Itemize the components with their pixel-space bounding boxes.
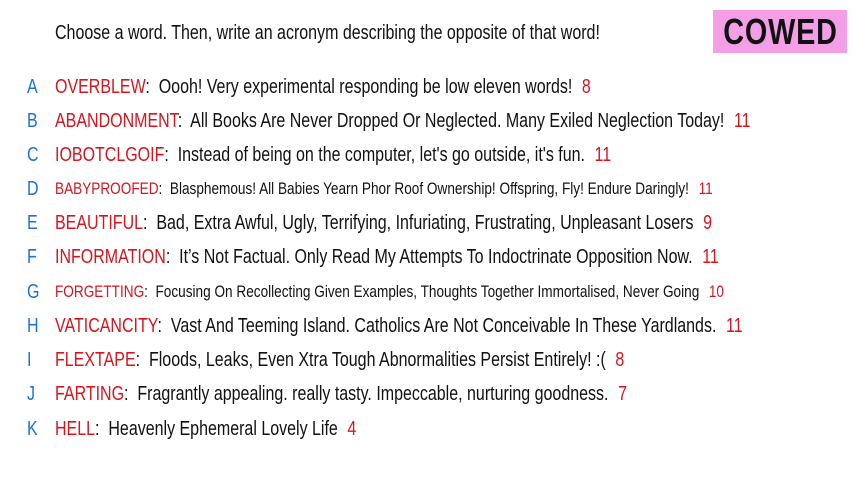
answer-row-e[interactable]: E BEAUTIFUL: Bad, Extra Awful, Ugly, Terr… [0, 206, 853, 240]
answer-row-b[interactable]: B ABANDONMENT: All Books Are Never Droppe… [0, 104, 853, 138]
answer-line: INFORMATION: It’s Not Factual. Only Read… [55, 240, 719, 274]
answer-line: FORGETTING: Focusing On Recollecting Giv… [55, 275, 724, 309]
answer-letter: B [27, 110, 38, 132]
answer-word: HELL [55, 418, 96, 440]
word-count: 11 [698, 179, 713, 198]
word-count: 11 [702, 246, 719, 268]
answer-letter: H [27, 315, 39, 337]
answer-line: BABYPROOFED: Blasphemous! All Babies Yea… [55, 172, 713, 206]
answer-acronym: Fragrantly appealing. really tasty. Impe… [137, 383, 609, 405]
answer-word: OVERBLEW [55, 76, 146, 98]
answer-word: FARTING [55, 383, 125, 405]
colon: : [143, 212, 157, 234]
answer-acronym: Vast And Teeming Island. Catholics Are N… [170, 315, 717, 337]
answer-word: INFORMATION [55, 246, 166, 268]
answer-line: IOBOTCLGOIF: Instead of being on the com… [55, 138, 611, 172]
word-count: 10 [708, 282, 724, 301]
answer-letter: G [27, 281, 40, 303]
answer-acronym: Floods, Leaks, Even Xtra Tough Abnormali… [148, 349, 606, 371]
answer-word: IOBOTCLGOIF [55, 144, 165, 166]
word-count: 11 [733, 110, 751, 132]
answer-row-i[interactable]: I FLEXTAPE: Floods, Leaks, Even Xtra Toug… [0, 343, 853, 377]
answer-acronym: Bad, Extra Awful, Ugly, Terrifying, Infu… [156, 212, 694, 234]
prompt-word-badge: COWED [713, 10, 847, 53]
colon: : [124, 383, 138, 405]
answer-row-g[interactable]: G FORGETTING: Focusing On Recollecting Gi… [0, 275, 853, 309]
answer-row-h[interactable]: H VATICANCITY: Vast And Teeming Island. C… [0, 309, 853, 343]
badge-label: COWED [722, 10, 838, 52]
colon: : [177, 110, 191, 132]
answer-acronym: Heavenly Ephemeral Lovely Life [108, 418, 338, 440]
answer-word: VATICANCITY [55, 315, 158, 337]
answer-row-f[interactable]: F INFORMATION: It’s Not Factual. Only Rea… [0, 240, 853, 274]
answer-line: ABANDONMENT: All Books Are Never Dropped… [55, 104, 751, 138]
word-count: 11 [594, 144, 612, 166]
answer-line: BEAUTIFUL: Bad, Extra Awful, Ugly, Terri… [55, 206, 712, 240]
answer-word: ABANDONMENT [55, 110, 178, 132]
answer-word: BEAUTIFUL [55, 212, 144, 234]
answer-letter: D [27, 178, 39, 200]
colon: : [165, 246, 180, 268]
answer-acronym: Focusing On Recollecting Given Examples,… [155, 282, 700, 301]
colon: : [144, 282, 156, 301]
word-count: 9 [703, 212, 713, 234]
answer-word: FORGETTING [55, 282, 145, 301]
answer-letter: I [27, 349, 32, 371]
answer-row-k[interactable]: K HELL: Heavenly Ephemeral Lovely Life 4 [0, 412, 853, 446]
word-count: 11 [725, 315, 743, 337]
answer-acronym: Oooh! Very experimental responding be lo… [158, 76, 573, 98]
word-count: 8 [615, 349, 625, 371]
answer-acronym: Blasphemous! All Babies Yearn Phor Roof … [169, 179, 689, 198]
answer-word: BABYPROOFED [55, 179, 159, 198]
answer-line: OVERBLEW: Oooh! Very experimental respon… [55, 70, 591, 104]
word-count: 7 [618, 383, 627, 405]
word-count: 4 [347, 418, 357, 440]
answer-letter: J [27, 383, 35, 405]
answer-acronym: It’s Not Factual. Only Read My Attempts … [179, 246, 693, 268]
answer-row-a[interactable]: A OVERBLEW: Oooh! Very experimental respo… [0, 70, 853, 104]
colon: : [135, 349, 149, 371]
answer-line: HELL: Heavenly Ephemeral Lovely Life 4 [55, 412, 356, 446]
answer-letter: F [27, 246, 37, 268]
answer-row-d[interactable]: D BABYPROOFED: Blasphemous! All Babies Ye… [0, 172, 853, 206]
answer-acronym: All Books Are Never Dropped Or Neglected… [190, 110, 725, 132]
answer-line: VATICANCITY: Vast And Teeming Island. Ca… [55, 309, 743, 343]
answer-word: FLEXTAPE [55, 349, 136, 371]
colon: : [158, 179, 170, 198]
answer-letter: A [27, 76, 38, 98]
answer-letter: C [27, 144, 39, 166]
answer-row-c[interactable]: C IOBOTCLGOIF: Instead of being on the co… [0, 138, 853, 172]
colon: : [157, 315, 171, 337]
colon: : [164, 144, 178, 166]
answer-acronym: Instead of being on the computer, let's … [177, 144, 585, 166]
colon: : [95, 418, 109, 440]
answer-letter: E [27, 212, 38, 234]
answer-letter: K [27, 418, 38, 440]
prompt-text: Choose a word. Then, write an acronym de… [55, 22, 600, 44]
word-count: 8 [581, 76, 591, 98]
colon: : [145, 76, 159, 98]
answer-line: FARTING: Fragrantly appealing. really ta… [55, 377, 627, 411]
answer-line: FLEXTAPE: Floods, Leaks, Even Xtra Tough… [55, 343, 624, 377]
answer-row-j[interactable]: J FARTING: Fragrantly appealing. really t… [0, 377, 853, 411]
